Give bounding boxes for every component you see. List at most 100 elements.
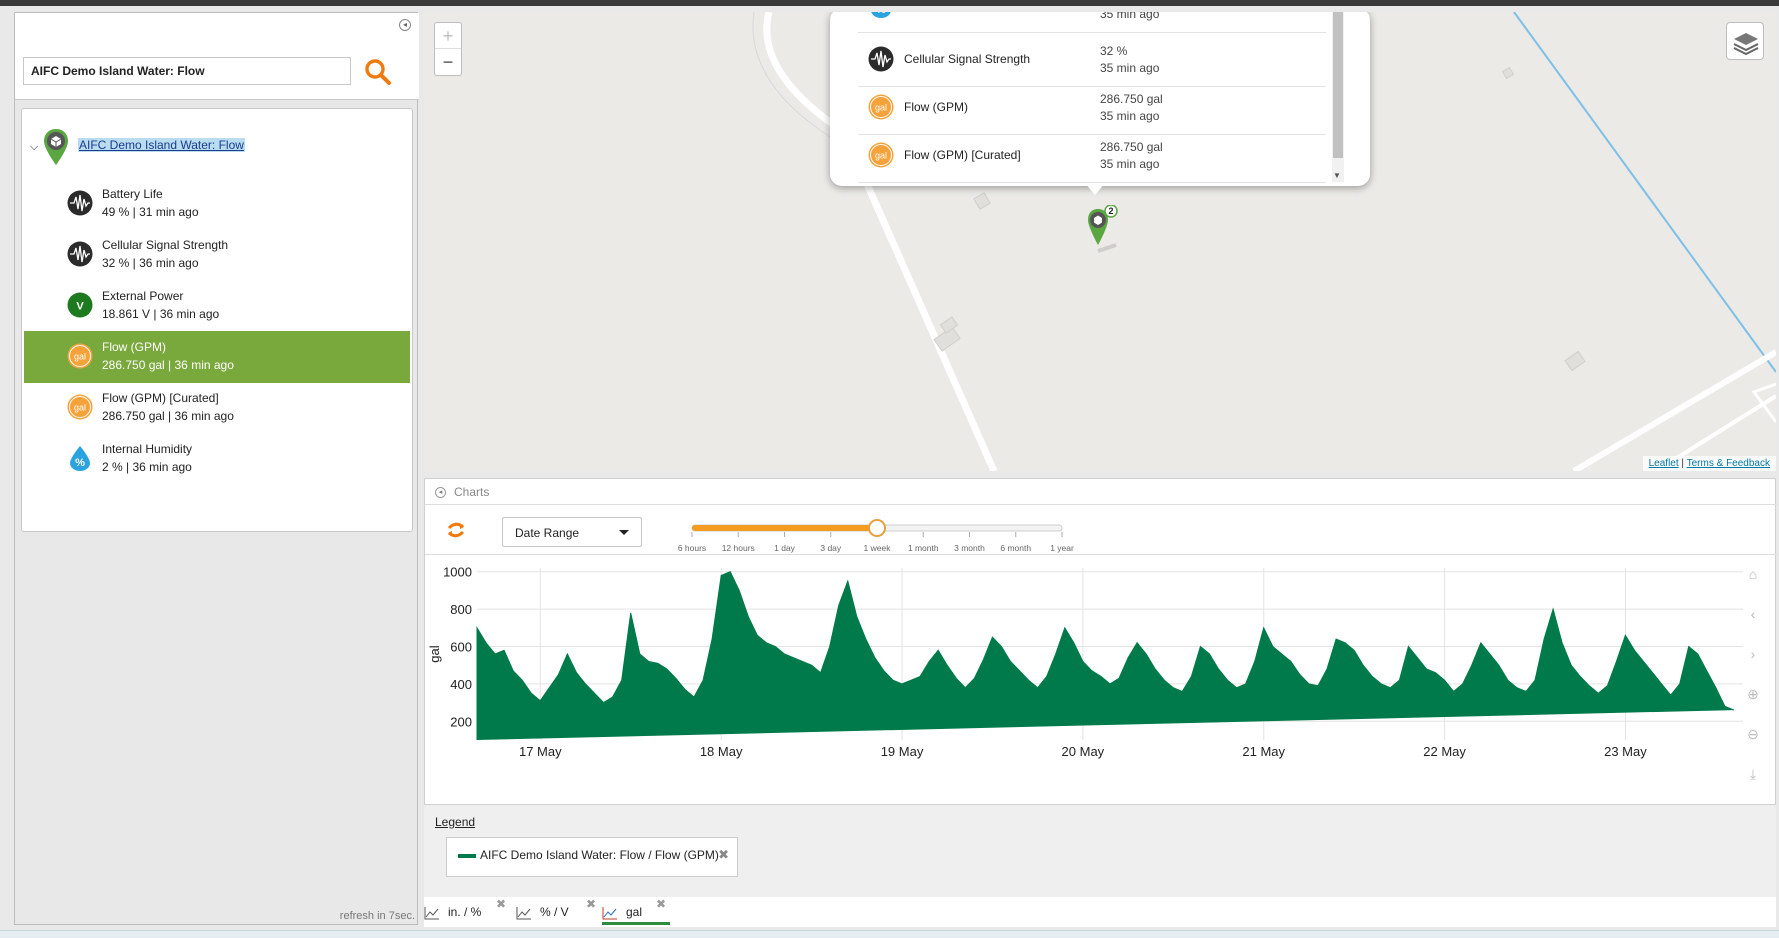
device-name-link[interactable]: AIFC Demo Island Water: Flow <box>78 138 245 152</box>
tab-label: in. / % <box>448 905 482 919</box>
terms-link[interactable]: Terms & Feedback <box>1687 458 1770 469</box>
popup-sensor-row[interactable]: % 35 min ago <box>858 12 1326 33</box>
chevron-down-icon <box>619 530 629 535</box>
leaflet-link[interactable]: Leaflet <box>1649 458 1679 469</box>
y-tick-label: 800 <box>450 602 472 617</box>
close-tab-icon[interactable]: ✖ <box>656 897 666 911</box>
search-button[interactable] <box>363 57 393 87</box>
refresh-chart-button[interactable] <box>445 519 467 541</box>
tree-item[interactable]: Cellular Signal Strength 32 % | 36 min a… <box>24 229 410 281</box>
close-tab-icon[interactable]: ✖ <box>496 897 506 911</box>
legend-title[interactable]: Legend <box>435 815 475 829</box>
search-input[interactable] <box>23 57 351 85</box>
sensor-reading: 32 % | 36 min ago <box>102 256 199 270</box>
y-axis-label: gal <box>427 645 442 662</box>
chart-tools: ⌂ ‹ › ⊕ ⊖ ⤓ <box>1743 566 1763 806</box>
popup-scrollbar[interactable]: ▼ <box>1332 12 1344 182</box>
y-tick-label: 1000 <box>443 565 472 580</box>
refresh-countdown: refresh in 7sec. <box>339 910 415 922</box>
sensor-age: 35 min ago <box>1100 61 1160 75</box>
tree-root[interactable]: ⌵ AIFC Demo Island Water: Flow <box>22 127 414 171</box>
slider-tick-label[interactable]: 1 year <box>1050 543 1074 553</box>
remove-series-icon[interactable]: ✖ <box>718 847 729 863</box>
slider-tick-label[interactable]: 12 hours <box>722 543 755 553</box>
gallon-icon: gal <box>67 343 93 369</box>
sensor-age: 35 min ago <box>1100 12 1160 21</box>
scroll-down-icon[interactable]: ▼ <box>1333 171 1341 180</box>
slider-handle[interactable] <box>868 519 886 537</box>
svg-text:%: % <box>876 12 886 16</box>
slider-tick-label[interactable]: 3 day <box>820 543 841 553</box>
legend-label: AIFC Demo Island Water: Flow / Flow (GPM… <box>480 848 719 862</box>
x-tick-label: 21 May <box>1242 744 1285 759</box>
tab-label: % / V <box>540 905 569 919</box>
tree-item[interactable]: V External Power 18.861 V | 36 min ago <box>24 280 410 332</box>
sensor-name: Cellular Signal Strength <box>102 238 229 252</box>
svg-text:%: % <box>75 457 85 469</box>
tab-in-percent[interactable]: in. / % ✖ <box>424 897 508 925</box>
device-panel: ◂ ⌵ AIFC Demo Island Water: Flow Battery… <box>14 12 419 925</box>
tree-item[interactable]: % Internal Humidity 2 % | 36 min ago <box>24 433 410 485</box>
popup-sensor-row[interactable]: gal Flow (GPM) [Curated] 286.750 gal 35 … <box>858 129 1326 183</box>
collapse-panel-icon[interactable]: ◂ <box>399 19 411 31</box>
date-range-select[interactable]: Date Range <box>502 517 642 547</box>
sensor-name: Flow (GPM) <box>102 340 166 354</box>
legend-entry[interactable]: AIFC Demo Island Water: Flow / Flow (GPM… <box>446 837 738 877</box>
device-marker[interactable]: 2 <box>1086 204 1126 256</box>
sensor-reading: 286.750 gal | 36 min ago <box>102 358 234 372</box>
home-icon[interactable]: ⌂ <box>1743 566 1763 586</box>
zoom-in-button[interactable]: + <box>435 23 461 49</box>
tree-item[interactable]: gal Flow (GPM) [Curated] 286.750 gal | 3… <box>24 382 410 434</box>
scrollbar-thumb[interactable] <box>1333 12 1343 158</box>
svg-text:gal: gal <box>74 352 86 362</box>
chevron-down-icon[interactable]: ⌵ <box>30 141 38 154</box>
humidity-drop-icon: % <box>67 445 93 471</box>
chart-icon <box>516 907 531 920</box>
chart-icon <box>602 907 617 920</box>
tab-label: gal <box>626 905 643 919</box>
device-tree: ⌵ AIFC Demo Island Water: Flow Battery L… <box>21 108 413 532</box>
tree-item[interactable]: gal Flow (GPM) 286.750 gal | 36 min ago <box>24 331 410 383</box>
slider-tick-label[interactable]: 6 hours <box>678 543 706 553</box>
tab-percent-volts[interactable]: % / V ✖ <box>516 897 600 925</box>
zoom-out-button[interactable]: − <box>435 49 461 75</box>
pan-right-icon[interactable]: › <box>1743 646 1763 666</box>
x-tick-label: 20 May <box>1062 744 1105 759</box>
zoom-out-icon[interactable]: ⊖ <box>1743 726 1763 746</box>
popup-sensor-row[interactable]: Cellular Signal Strength 32 % 35 min ago <box>858 33 1326 87</box>
charts-toolbar: Date Range 6 hours 12 hours 1 day 3 day 1 we… <box>425 505 1777 555</box>
flow-chart[interactable]: 200 400 600 800 1000 17 May 18 May 19 May 20 May… <box>425 556 1777 786</box>
sensor-value: 286.750 gal <box>1100 92 1163 106</box>
charts-header[interactable]: ◂ Charts <box>425 479 1777 505</box>
popup-sensor-row[interactable]: gal Flow (GPM) 286.750 gal 35 min ago <box>858 81 1326 135</box>
sensor-value: 32 % <box>1100 44 1128 58</box>
download-icon[interactable]: ⤓ <box>1743 766 1763 786</box>
sensor-age: 35 min ago <box>1100 157 1160 171</box>
sensor-reading: 286.750 gal | 36 min ago <box>102 409 234 423</box>
device-pin-icon <box>44 129 68 165</box>
map-view[interactable]: + − % 35 min ago Cellular Signal Strengt… <box>424 12 1776 471</box>
signal-wave-icon <box>868 46 894 72</box>
svg-text:gal: gal <box>74 403 86 413</box>
tab-gal[interactable]: gal ✖ <box>602 897 670 925</box>
layers-button[interactable] <box>1726 22 1764 60</box>
slider-tick-label[interactable]: 1 day <box>774 543 795 553</box>
pan-left-icon[interactable]: ‹ <box>1743 606 1763 626</box>
zoom-in-icon[interactable]: ⊕ <box>1743 686 1763 706</box>
slider-tick-label[interactable]: 6 month <box>1000 543 1031 553</box>
gallon-icon: gal <box>67 394 93 420</box>
x-tick-label: 23 May <box>1604 744 1647 759</box>
slider-tick-label[interactable]: 1 month <box>908 543 939 553</box>
tree-item[interactable]: Battery Life 49 % | 31 min ago <box>24 178 410 230</box>
x-tick-label: 19 May <box>881 744 924 759</box>
time-range-slider[interactable]: 6 hours 12 hours 1 day 3 day 1 week 1 month 3 … <box>678 519 1122 555</box>
window-top-bar <box>0 0 1779 6</box>
refresh-icon <box>447 522 465 538</box>
slider-track[interactable] <box>682 519 1122 543</box>
slider-tick-label[interactable]: 1 week <box>864 543 891 553</box>
slider-tick-label[interactable]: 3 month <box>954 543 985 553</box>
sensor-name: Battery Life <box>102 187 163 201</box>
close-tab-icon[interactable]: ✖ <box>586 897 596 911</box>
collapse-charts-icon[interactable]: ◂ <box>435 487 446 498</box>
gallon-icon: gal <box>868 94 894 120</box>
